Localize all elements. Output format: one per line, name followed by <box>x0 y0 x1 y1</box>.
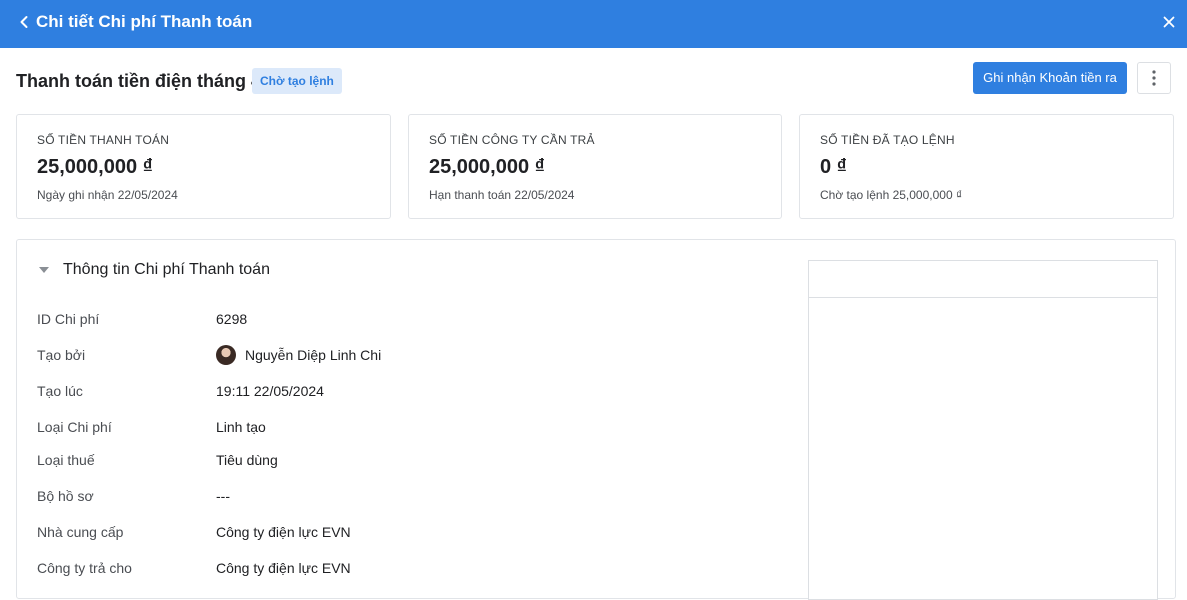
field-value[interactable]: Nguyễn Diệp Linh Chi <box>245 345 381 365</box>
attachment-preview-header <box>809 261 1157 298</box>
field-label: Công ty trả cho <box>37 560 132 576</box>
field-label: Loại Chi phí <box>37 419 112 435</box>
stat-value: 0 ₫ <box>820 156 847 178</box>
field-label: Bộ hồ sơ <box>37 488 94 504</box>
field-value: Tiêu dùng <box>216 452 278 468</box>
more-vertical-icon <box>1152 70 1156 86</box>
more-options-button[interactable] <box>1137 62 1171 94</box>
close-icon[interactable] <box>1159 12 1179 32</box>
field-value: 6298 <box>216 311 248 327</box>
expense-info-panel: Thông tin Chi phí Thanh toán ID Chi phí … <box>16 239 1176 600</box>
field-label: Loại thuế <box>37 452 95 468</box>
record-outflow-button[interactable]: Ghi nhận Khoản tiền ra <box>973 62 1127 94</box>
top-bar: Chi tiết Chi phí Thanh toán <box>0 0 1187 48</box>
field-label: ID Chi phí <box>37 311 100 327</box>
stat-label: SỐ TIỀN CÔNG TY CẦN TRẢ <box>429 133 595 147</box>
stat-sub: Chờ tạo lệnh 25,000,000 ₫ <box>820 188 963 202</box>
page-title: Chi tiết Chi phí Thanh toán <box>36 12 253 31</box>
stat-card-payment-amount: SỐ TIỀN THANH TOÁN 25,000,000 ₫ Ngày ghi… <box>16 114 391 219</box>
field-label: Tạo bởi <box>37 347 86 363</box>
stat-value: 25,000,000 ₫ <box>429 156 545 178</box>
field-value: Linh tạo <box>216 419 266 435</box>
stat-label: SỐ TIỀN ĐÃ TẠO LỆNH <box>820 133 955 147</box>
stat-label: SỐ TIỀN THANH TOÁN <box>37 133 170 147</box>
expense-title: Thanh toán tiền điện tháng 4 <box>16 71 261 91</box>
caret-down-icon[interactable] <box>37 265 51 275</box>
section-title[interactable]: Thông tin Chi phí Thanh toán <box>63 260 270 280</box>
stat-card-company-payable: SỐ TIỀN CÔNG TY CẦN TRẢ 25,000,000 ₫ Hạn… <box>408 114 782 219</box>
stat-sub: Hạn thanh toán 22/05/2024 <box>429 188 575 202</box>
field-label: Nhà cung cấp <box>37 524 124 540</box>
stat-sub: Ngày ghi nhận 22/05/2024 <box>37 188 178 202</box>
field-label: Tạo lúc <box>37 383 83 399</box>
stat-value: 25,000,000 ₫ <box>37 156 153 178</box>
stat-card-order-created: SỐ TIỀN ĐÃ TẠO LỆNH 0 ₫ Chờ tạo lệnh 25,… <box>799 114 1174 219</box>
status-badge: Chờ tạo lệnh <box>252 68 342 94</box>
attachment-preview-box <box>808 260 1158 600</box>
field-value: Công ty điện lực EVN <box>216 560 351 576</box>
avatar <box>216 345 236 365</box>
field-value: 19:11 22/05/2024 <box>216 383 324 399</box>
field-value: --- <box>216 488 230 504</box>
field-value: Công ty điện lực EVN <box>216 524 351 540</box>
chevron-left-icon[interactable] <box>14 12 34 32</box>
